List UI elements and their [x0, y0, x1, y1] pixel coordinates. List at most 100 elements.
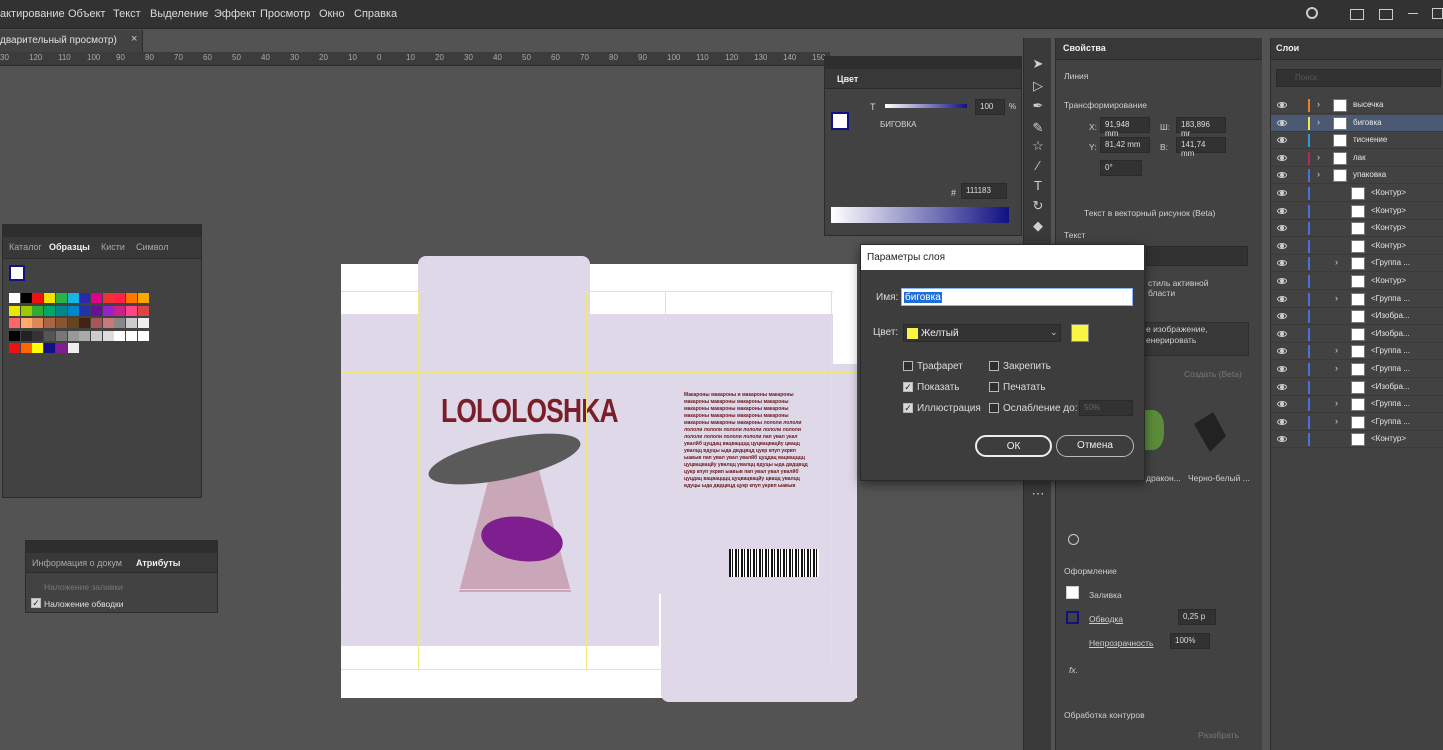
direct-selection-icon[interactable]: ▷	[1030, 78, 1046, 94]
show-checkbox[interactable]: ✓	[903, 382, 913, 392]
menu-object[interactable]: Объект	[68, 8, 105, 20]
eye-icon[interactable]	[1277, 154, 1287, 161]
swatch[interactable]	[114, 305, 126, 316]
search-icon[interactable]	[1306, 7, 1318, 19]
menu-edit[interactable]: актирование	[0, 8, 65, 20]
x-input[interactable]: 91,948 mm	[1100, 117, 1150, 138]
swatch[interactable]	[79, 305, 91, 316]
eye-icon[interactable]	[1277, 401, 1287, 408]
expand-arrow-icon[interactable]: ›	[1335, 293, 1338, 303]
tab-swatches[interactable]: Образцы	[49, 242, 90, 252]
swatch[interactable]	[9, 330, 20, 341]
swatch[interactable]	[44, 330, 56, 341]
eye-icon[interactable]	[1277, 383, 1287, 390]
swatch[interactable]	[55, 330, 67, 341]
pen-tool-icon[interactable]: ✒	[1030, 98, 1046, 114]
cancel-button[interactable]: Отмена	[1056, 435, 1134, 457]
swatch[interactable]	[102, 293, 114, 303]
expand-arrow-icon[interactable]: ›	[1335, 257, 1338, 267]
eraser-tool-icon[interactable]: ◆	[1030, 218, 1046, 234]
eye-icon[interactable]	[1277, 119, 1287, 126]
swatch[interactable]	[102, 330, 114, 341]
color-panel-tab[interactable]: Цвет	[837, 74, 858, 84]
opacity-input[interactable]: 100%	[1170, 633, 1210, 649]
swatch[interactable]	[9, 293, 20, 303]
swatch[interactable]	[67, 343, 79, 353]
swatch[interactable]	[20, 305, 32, 316]
swatch[interactable]	[9, 343, 20, 353]
close-icon[interactable]: ×	[131, 33, 137, 45]
swatch[interactable]	[9, 318, 20, 328]
y-input[interactable]: 81,42 mm	[1100, 137, 1150, 153]
swatch[interactable]	[137, 305, 149, 316]
menu-window[interactable]: Окно	[319, 8, 345, 20]
swatch[interactable]	[32, 293, 44, 303]
brush-tool-icon[interactable]: ∕	[1030, 158, 1046, 173]
swatch[interactable]	[79, 293, 91, 303]
height-input[interactable]: 141,74 mm	[1176, 137, 1226, 158]
swatch[interactable]	[102, 318, 114, 328]
eye-icon[interactable]	[1277, 436, 1287, 443]
curvature-icon[interactable]: ✎	[1030, 120, 1046, 136]
dim-input[interactable]: 50%	[1079, 400, 1133, 416]
swatch[interactable]	[9, 305, 20, 316]
menu-view[interactable]: Просмотр	[260, 8, 310, 20]
eye-icon[interactable]	[1277, 137, 1287, 144]
expand-arrow-icon[interactable]: ›	[1317, 99, 1320, 109]
arrange-icon[interactable]	[1350, 9, 1364, 20]
swatch[interactable]	[90, 318, 102, 328]
swatch[interactable]	[44, 305, 56, 316]
swatch[interactable]	[114, 330, 126, 341]
tint-input[interactable]: 100	[975, 99, 1005, 115]
swatch[interactable]	[20, 318, 32, 328]
swatch[interactable]	[55, 305, 67, 316]
more-tools-icon[interactable]: ⋯	[1030, 486, 1046, 502]
layer-row[interactable]: тиснение	[1271, 132, 1443, 150]
swatch[interactable]	[126, 330, 137, 341]
swatch[interactable]	[79, 330, 91, 341]
swatch-grid[interactable]	[9, 293, 189, 373]
layer-row[interactable]: <Контур>	[1271, 203, 1443, 220]
swatch[interactable]	[126, 305, 137, 316]
swatch[interactable]	[20, 343, 32, 353]
layer-row[interactable]: › <Группа ...	[1271, 255, 1443, 273]
minimize-icon[interactable]	[1408, 13, 1418, 14]
layer-row[interactable]: › <Группа ...	[1271, 291, 1443, 308]
swatch[interactable]	[90, 293, 102, 303]
tab-attributes[interactable]: Атрибуты	[136, 558, 180, 568]
swatch[interactable]	[55, 318, 67, 328]
layer-row[interactable]: › <Группа ...	[1271, 414, 1443, 431]
preview-checkbox[interactable]: ✓	[903, 403, 913, 413]
swatch[interactable]	[126, 293, 137, 303]
tint-slider[interactable]	[885, 104, 967, 108]
dim-checkbox[interactable]	[989, 403, 999, 413]
eye-icon[interactable]	[1277, 418, 1287, 425]
ok-button[interactable]: ОК	[975, 435, 1052, 457]
color-spectrum[interactable]	[831, 207, 1009, 223]
template-checkbox[interactable]	[903, 361, 913, 371]
document-tab[interactable]: дварительный просмотр) ×	[0, 30, 143, 52]
eye-icon[interactable]	[1277, 313, 1287, 320]
swatch[interactable]	[137, 293, 149, 303]
eye-icon[interactable]	[1277, 225, 1287, 232]
selection-tool-icon[interactable]: ➤	[1030, 56, 1046, 72]
expand-arrow-icon[interactable]: ›	[1335, 398, 1338, 408]
expand-arrow-icon[interactable]: ›	[1335, 363, 1338, 373]
swatch[interactable]	[114, 318, 126, 328]
menu-help[interactable]: Справка	[354, 8, 397, 20]
swatch[interactable]	[55, 293, 67, 303]
layer-row[interactable]: › биговка	[1271, 114, 1443, 132]
color-preview-swatch[interactable]	[1071, 324, 1089, 342]
create-button[interactable]: Создать (Beta)	[1184, 369, 1242, 379]
eye-icon[interactable]	[1277, 278, 1287, 284]
eye-icon[interactable]	[1277, 330, 1287, 337]
layer-row[interactable]: <Изобра...	[1271, 308, 1443, 326]
text-dropdown[interactable]	[1146, 246, 1248, 266]
tab-brushes[interactable]: Кисти	[101, 242, 125, 252]
swatch[interactable]	[20, 330, 32, 341]
maximize-icon[interactable]	[1432, 8, 1443, 19]
star-tool-icon[interactable]: ☆	[1030, 138, 1046, 154]
expand-arrow-icon[interactable]: ›	[1317, 169, 1320, 179]
menu-text[interactable]: Текст	[113, 8, 141, 20]
stroke-weight-input[interactable]: 0,25 р	[1178, 609, 1216, 625]
